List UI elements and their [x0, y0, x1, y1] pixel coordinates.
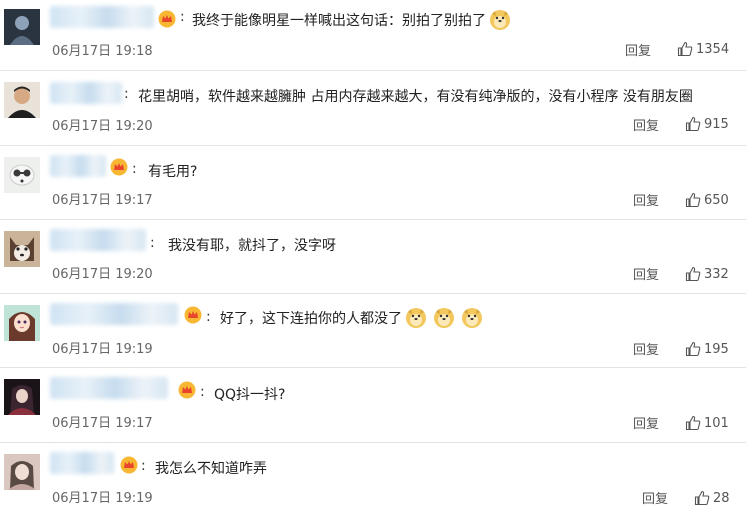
avatar[interactable] [4, 157, 40, 193]
comment-text: 我怎么不知道咋弄 [155, 458, 267, 478]
comment-text-content: 我怎么不知道咋弄 [155, 461, 267, 477]
reply-button[interactable]: 回复 [633, 264, 659, 283]
comment-time: 06月17日 19:20 [52, 119, 153, 134]
doge-emoji-icon [462, 308, 482, 328]
username-blurred[interactable] [50, 377, 168, 399]
like-button[interactable]: 28 [694, 490, 730, 506]
comment-time: 06月17日 19:19 [52, 342, 153, 357]
avatar[interactable] [4, 82, 40, 118]
vip-crown-icon [158, 10, 176, 28]
comment-item: : QQ抖一抖? 06月17日 19:17 回复 101 [0, 367, 746, 443]
username-blurred[interactable] [50, 303, 178, 325]
like-count: 28 [713, 490, 730, 506]
thumbs-up-icon [685, 415, 701, 431]
comment-time: 06月17日 19:20 [52, 267, 153, 282]
thumbs-up-icon [685, 116, 701, 132]
comment-item: : 有毛用? 06月17日 19:17 回复 650 [0, 145, 746, 220]
comment-time: 06月17日 19:17 [52, 416, 153, 431]
like-count: 101 [704, 415, 729, 431]
comment-text-content: 花里胡哨，软件越来越臃肿 占用内存越来越大，有没有纯净版的，没有小程序 没有朋友… [138, 89, 693, 105]
vip-crown-icon [110, 158, 128, 176]
like-button[interactable]: 195 [685, 341, 729, 357]
avatar[interactable] [4, 231, 40, 267]
like-button[interactable]: 101 [685, 415, 729, 431]
comment-text: 花里胡哨，软件越来越臃肿 占用内存越来越大，有没有纯净版的，没有小程序 没有朋友… [138, 86, 693, 106]
reply-button[interactable]: 回复 [625, 40, 651, 59]
comment-text: QQ抖一抖? [214, 384, 285, 404]
comment-text: 有毛用? [148, 161, 197, 181]
like-button[interactable]: 1354 [677, 41, 729, 57]
reply-button[interactable]: 回复 [633, 190, 659, 209]
thumbs-up-icon [685, 341, 701, 357]
doge-emoji-icon [406, 308, 426, 328]
username-blurred[interactable] [50, 229, 146, 251]
username-blurred[interactable] [50, 82, 122, 104]
colon: : [150, 235, 155, 251]
like-count: 1354 [696, 41, 730, 57]
like-button[interactable]: 650 [685, 192, 729, 208]
like-count: 195 [704, 341, 729, 357]
vip-crown-icon [184, 306, 202, 324]
colon: : [200, 384, 205, 400]
colon: : [132, 161, 137, 177]
comment-time: 06月17日 19:18 [52, 44, 153, 59]
comment-text-content: 有毛用? [148, 164, 198, 180]
comment-item: : 好了，这下连拍你的人都没了 06月17日 19:19 回复 195 [0, 293, 746, 368]
comment-text-content: 好了，这下连拍你的人都没了 [220, 311, 402, 327]
colon: : [206, 309, 211, 325]
reply-button[interactable]: 回复 [633, 115, 659, 134]
reply-button[interactable]: 回复 [633, 413, 659, 432]
reply-button[interactable]: 回复 [633, 339, 659, 358]
comment-text-content: 我终于能像明星一样喊出这句话：别拍了别拍了 [192, 13, 486, 29]
comment-text-content: QQ抖一抖? [214, 387, 286, 403]
thumbs-up-icon [677, 41, 693, 57]
comment-time: 06月17日 19:19 [52, 491, 153, 506]
colon: : [180, 9, 185, 25]
username-blurred[interactable] [50, 6, 154, 28]
comment-text: 我终于能像明星一样喊出这句话：别拍了别拍了 [192, 9, 511, 31]
vip-crown-icon [120, 456, 138, 474]
like-button[interactable]: 915 [685, 116, 729, 132]
vip-crown-icon [178, 381, 196, 399]
reply-button[interactable]: 回复 [642, 488, 668, 507]
avatar[interactable] [4, 454, 40, 490]
comment-item: : 花里胡哨，软件越来越臃肿 占用内存越来越大，有没有纯净版的，没有小程序 没有… [0, 70, 746, 146]
comment-text: 好了，这下连拍你的人都没了 [220, 307, 483, 329]
username-blurred[interactable] [50, 155, 106, 177]
like-count: 915 [704, 116, 729, 132]
colon: : [141, 458, 146, 474]
comment-time: 06月17日 19:17 [52, 193, 153, 208]
like-count: 650 [704, 192, 729, 208]
doge-emoji-icon [490, 10, 510, 30]
doge-emoji-icon [434, 308, 454, 328]
comment-item: : 我怎么不知道咋弄 06月17日 19:19 回复 28 [0, 442, 746, 515]
comment-text-content: 我没有耶，就抖了，没字呀 [168, 238, 336, 254]
thumbs-up-icon [685, 266, 701, 282]
username-blurred[interactable] [50, 452, 114, 474]
colon: : [124, 86, 129, 102]
comment-item: : 我没有耶，就抖了，没字呀 06月17日 19:20 回复 332 [0, 219, 746, 294]
like-button[interactable]: 332 [685, 266, 729, 282]
thumbs-up-icon [694, 490, 710, 506]
avatar[interactable] [4, 305, 40, 341]
comment-item: : 我终于能像明星一样喊出这句话：别拍了别拍了 06月17日 19:18 回复 … [0, 0, 746, 71]
avatar[interactable] [4, 9, 40, 45]
like-count: 332 [704, 266, 729, 282]
avatar[interactable] [4, 379, 40, 415]
comment-text: 我没有耶，就抖了，没字呀 [168, 235, 336, 255]
thumbs-up-icon [685, 192, 701, 208]
